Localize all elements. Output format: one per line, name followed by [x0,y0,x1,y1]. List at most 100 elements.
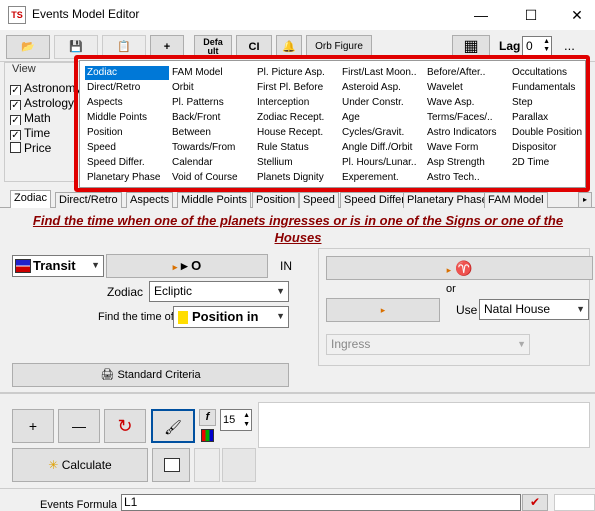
tab-zodiac[interactable]: Zodiac [10,190,52,208]
sign-button[interactable]: ▸ ♈ [326,256,593,280]
formula-check-button[interactable]: ✔ [522,494,548,511]
event-list-item[interactable]: Planets Dignity [255,171,326,185]
refresh-button[interactable]: ↻ [104,409,146,443]
font-button[interactable]: f [199,409,216,426]
event-list-item[interactable]: Experement. [340,171,401,185]
orb-figure-button[interactable]: Orb Figure [306,35,372,59]
event-list-item[interactable]: Angle Diff./Orbit [340,141,414,155]
event-list-item[interactable]: Interception [255,96,311,110]
bell-button[interactable]: 🔔 [276,35,302,59]
view-checkbox-3[interactable]: ✓ Time [10,126,80,140]
disabled-button-2[interactable] [222,448,256,482]
tab-scroll-right[interactable]: ▸ [578,192,592,208]
checkbox-checked-icon[interactable]: ✓ [10,115,21,125]
ci-button[interactable]: CI [236,35,272,59]
save-button[interactable]: 💾 [54,35,98,59]
event-list-item[interactable]: Void of Course [170,171,240,185]
event-list-item[interactable]: Stellium [255,156,295,170]
event-list-item[interactable]: Wavelet [425,81,465,95]
transit-select[interactable]: Transit ▼ [12,255,104,277]
find-time-select[interactable]: Position in ▼ [173,306,289,328]
tab-position[interactable]: Position [252,192,300,208]
view-checkbox-1[interactable]: ✓ Astrology [10,96,80,110]
event-list-item[interactable]: Terms/Faces/.. [425,111,495,125]
event-type-list[interactable]: Zodiac Direct/Retro Aspects Middle Points Po… [79,60,586,188]
remove-criteria-button[interactable]: — [58,409,100,443]
event-list-item[interactable]: Pl. Hours/Lunar.. [340,156,418,170]
event-list-item[interactable]: Age [340,111,362,125]
event-list-item[interactable]: Occultations [510,66,569,80]
event-list-item[interactable]: Under Constr. [340,96,406,110]
event-list-item[interactable]: FAM Model [170,66,225,80]
spin-arrows-icon[interactable]: ▲ ▼ [543,38,550,54]
event-list-item[interactable]: Zodiac Recept. [255,111,326,125]
view-checkbox-0[interactable]: ✓ Astronomy [10,81,80,95]
tab-aspects[interactable]: Aspects [126,192,174,208]
chart-button[interactable] [152,448,190,482]
criteria-list[interactable] [258,402,590,448]
event-list-item[interactable]: 2D Time [510,156,551,170]
add-criteria-button[interactable]: + [12,409,54,443]
event-list-item[interactable]: Aspects [85,96,125,110]
save-as-button[interactable]: 📋 [102,35,146,59]
palette-icon[interactable] [201,429,214,442]
size-stepper[interactable]: 15 ▲ ▼ [220,409,252,431]
event-list-item[interactable]: Wave Asp. [425,96,476,110]
event-list-item[interactable]: Orbit [170,81,196,95]
event-list-item[interactable]: Back/Front [170,111,222,125]
standard-criteria-button[interactable]: 🖨 Standard Criteria [12,363,289,387]
event-list-item[interactable]: Astro Tech.. [425,171,482,185]
planet-button[interactable]: ▸ ▸ O [106,254,268,278]
tab-speed[interactable]: Speed [299,192,339,208]
maximize-button[interactable]: ☐ [508,0,554,30]
checkbox-checked-icon[interactable]: ✓ [10,130,21,140]
tab-planetary-phase[interactable]: Planetary Phase [403,192,492,208]
lag-input[interactable]: 0 ▲ ▼ [522,36,552,56]
event-list-item[interactable]: Astro Indicators [425,126,498,140]
house-button[interactable]: ▸ [326,298,440,322]
checkbox-checked-icon[interactable]: ✓ [10,100,21,110]
grid-button[interactable]: ▦ [452,35,490,59]
formula-aux-field[interactable] [554,494,595,511]
brush-button[interactable]: 🖌 [151,409,195,443]
use-house-select[interactable]: Natal House ▼ [479,299,589,320]
event-list-item[interactable]: Asteroid Asp. [340,81,403,95]
event-list-item[interactable]: Pl. Patterns [170,96,226,110]
event-list-item[interactable]: Direct/Retro [85,81,142,95]
tab-fam-model[interactable]: FAM Model [484,192,548,208]
view-checkbox-4[interactable]: Price [10,141,80,155]
event-list-item[interactable]: Towards/From [170,141,237,155]
event-list-item[interactable]: Between [170,126,213,140]
open-button[interactable]: 📂 [6,35,50,59]
add-button[interactable]: + [150,35,184,59]
events-formula-input[interactable]: L1 [121,494,521,511]
more-button[interactable]: ... [564,38,575,53]
event-list-item[interactable]: Speed [85,141,118,155]
disabled-button[interactable] [194,448,220,482]
event-list-item[interactable]: Parallax [510,111,550,125]
view-checkbox-2[interactable]: ✓ Math [10,111,80,125]
close-button[interactable]: ✕ [554,0,595,30]
event-list-item[interactable]: Fundamentals [510,81,577,95]
event-list-item[interactable]: Planetary Phase [85,171,162,185]
event-list-item[interactable]: Rule Status [255,141,311,155]
event-list-item[interactable]: Step [510,96,535,110]
event-list-item[interactable]: Double Position [510,126,584,140]
ingress-select[interactable]: Ingress ▼ [326,334,530,355]
event-list-item[interactable]: Pl. Picture Asp. [255,66,327,80]
event-list-item[interactable]: Before/After.. [425,66,487,80]
event-list-item[interactable]: Speed Differ. [85,156,147,170]
zodiac-select[interactable]: Ecliptic ▼ [149,281,289,302]
event-list-item[interactable]: First/Last Moon.. [340,66,418,80]
checkbox-unchecked-icon[interactable] [10,142,21,153]
event-list-item[interactable]: Asp Strength [425,156,487,170]
checkbox-checked-icon[interactable]: ✓ [10,85,21,95]
event-list-item[interactable]: Dispositor [510,141,558,155]
event-list-item[interactable]: Middle Points [85,111,149,125]
default-button[interactable]: Defa ult [194,35,232,59]
minimize-button[interactable]: — [458,0,504,30]
event-list-item[interactable]: First Pl. Before [255,81,325,95]
event-list-item[interactable]: House Recept. [255,126,325,140]
tab-speed-differ-[interactable]: Speed Differ. [340,192,412,208]
event-list-item[interactable]: Position [85,126,125,140]
